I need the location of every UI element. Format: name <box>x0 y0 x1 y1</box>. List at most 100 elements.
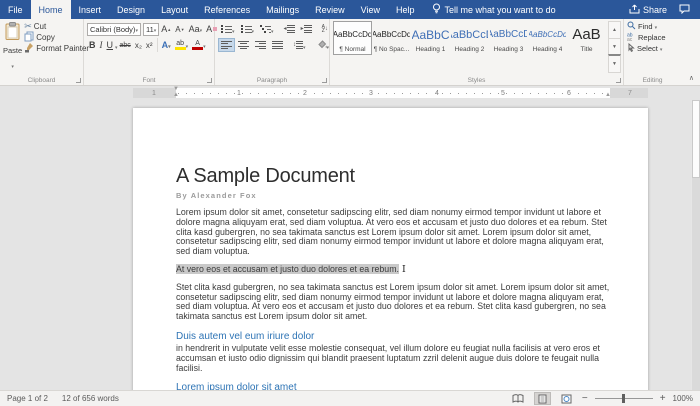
tab-home[interactable]: Home <box>30 0 71 19</box>
font-color-button[interactable]: A <box>190 38 208 52</box>
italic-button[interactable]: I <box>98 38 105 52</box>
zoom-slider[interactable] <box>594 394 653 403</box>
justify-button[interactable] <box>269 38 286 52</box>
select-cursor-icon <box>627 42 635 54</box>
paragraph[interactable]: in hendrerit in vulputate velit esse mol… <box>176 343 610 373</box>
text-effects-button[interactable]: A <box>160 38 173 52</box>
shrink-font-button[interactable]: A ▼ <box>173 22 186 36</box>
font-name-select[interactable]: Calibri (Body) <box>87 22 141 36</box>
comments-button[interactable] <box>679 4 690 16</box>
style-item-no-spacing[interactable]: AaBbCcDd ¶ No Spac... <box>372 21 411 55</box>
style-item-heading2[interactable]: AaBbCcD Heading 2 <box>450 21 489 55</box>
highlight-button[interactable]: ab <box>173 38 191 52</box>
styles-dialog-launcher[interactable] <box>616 78 621 83</box>
style-item-heading1[interactable]: AaBbC Heading 1 <box>411 21 450 55</box>
font-size-value: 11 <box>145 24 154 34</box>
style-item-title[interactable]: AaB Title <box>567 21 606 55</box>
web-layout-button[interactable] <box>558 392 575 405</box>
style-item-heading3[interactable]: AaBbCcD Heading 3 <box>489 21 528 55</box>
chevron-down-icon <box>135 25 138 34</box>
tab-insert[interactable]: Insert <box>71 0 110 19</box>
page-content[interactable]: A Sample Document By Alexander Fox Lorem… <box>133 108 648 390</box>
paste-button[interactable]: Paste <box>3 21 22 73</box>
zoom-in-button[interactable]: + <box>660 393 666 404</box>
tab-file[interactable]: File <box>0 0 31 19</box>
zoom-slider-thumb[interactable] <box>621 394 625 403</box>
decrease-indent-button[interactable]: ◂ <box>281 22 298 36</box>
tab-view[interactable]: View <box>353 0 388 19</box>
down-arrow-icon: ▼ <box>180 26 185 32</box>
right-indent-marker[interactable]: ▲ <box>605 92 611 98</box>
style-item-normal[interactable]: AaBbCcDd ¶ Normal <box>333 21 372 55</box>
lightbulb-icon <box>432 3 441 16</box>
line-spacing-button[interactable]: ↕ <box>290 38 309 52</box>
selected-text[interactable]: At vero eos et accusam et justo duo dolo… <box>176 263 399 274</box>
ruler-number: 5 <box>500 89 506 97</box>
zoom-level[interactable]: 100% <box>673 394 693 403</box>
document-page[interactable]: A Sample Document By Alexander Fox Lorem… <box>133 108 648 390</box>
format-painter-button[interactable]: Format Painter <box>22 43 91 54</box>
change-case-button[interactable]: Aa <box>187 22 205 36</box>
paragraph-dialog-launcher[interactable] <box>322 78 327 83</box>
tab-mailings[interactable]: Mailings <box>258 0 307 19</box>
subscript-button[interactable]: x₂ <box>133 38 144 52</box>
bullets-button[interactable] <box>218 22 238 36</box>
copy-label: Copy <box>36 33 55 42</box>
superscript-button[interactable]: x² <box>144 38 155 52</box>
tell-me-box[interactable]: Tell me what you want to do <box>423 0 629 19</box>
styles-scroll-up-button[interactable]: ▲ <box>608 21 621 38</box>
font-dialog-launcher[interactable] <box>207 78 212 83</box>
word-count-status[interactable]: 12 of 656 words <box>62 394 119 403</box>
font-size-select[interactable]: 11 <box>142 22 160 36</box>
style-sample: AaBbCcDd <box>529 30 566 39</box>
font-name-value: Calibri (Body) <box>90 24 136 34</box>
tab-layout[interactable]: Layout <box>153 0 196 19</box>
numbering-button[interactable] <box>238 22 258 36</box>
document-heading[interactable]: Lorem ipsum dolor sit amet <box>176 382 610 390</box>
tab-design[interactable]: Design <box>109 0 153 19</box>
vertical-scrollbar[interactable] <box>691 100 700 390</box>
styles-scroll-down-button[interactable]: ▼ <box>608 37 621 55</box>
lines-icon <box>296 40 303 50</box>
replace-button[interactable]: ab ac Replace <box>627 32 679 44</box>
document-title[interactable]: A Sample Document <box>176 165 610 188</box>
paragraph[interactable]: Stet clita kasd gubergren, no sea takima… <box>176 282 610 322</box>
justify-icon <box>272 40 283 50</box>
read-mode-button[interactable] <box>510 392 527 405</box>
strikethrough-button[interactable]: abc <box>118 38 133 52</box>
chevron-down-icon <box>271 20 274 38</box>
tab-references[interactable]: References <box>196 0 258 19</box>
document-heading[interactable]: Duis autem vel eum iriure dolor <box>176 331 610 342</box>
clipboard-dialog-launcher[interactable] <box>76 78 81 83</box>
zoom-out-button[interactable]: − <box>582 393 588 404</box>
select-button[interactable]: Select <box>627 42 679 54</box>
styles-more-button[interactable]: ▼ <box>608 54 621 74</box>
ruler-margin-number: 7 <box>628 89 632 97</box>
horizontal-ruler[interactable]: 1 1 2 3 4 5 6 ▼ ▲ ▲ 7 <box>0 86 700 100</box>
multilevel-list-button[interactable] <box>257 22 277 36</box>
tab-review[interactable]: Review <box>307 0 353 19</box>
find-button[interactable]: Find <box>627 21 679 32</box>
bold-button[interactable]: B <box>87 38 98 52</box>
collapse-ribbon-button[interactable]: ∧ <box>689 75 694 82</box>
align-left-button[interactable] <box>218 38 235 52</box>
increase-indent-button[interactable]: ▸ <box>298 22 315 36</box>
align-center-button[interactable] <box>235 38 252 52</box>
lines-icon <box>286 24 295 34</box>
font-group-label: Font <box>142 77 156 84</box>
tab-help[interactable]: Help <box>388 0 423 19</box>
format-painter-label: Format Painter <box>36 44 90 53</box>
paragraph[interactable]: At vero eos et accusam et justo duo dolo… <box>176 263 610 275</box>
grow-font-button[interactable]: A ▲ <box>159 22 173 36</box>
print-layout-button[interactable] <box>533 392 551 405</box>
chevron-down-icon <box>203 40 206 50</box>
underline-button[interactable]: U <box>105 38 116 52</box>
style-item-heading4[interactable]: AaBbCcDd Heading 4 <box>528 21 567 55</box>
paragraph[interactable]: Lorem ipsum dolor sit amet, consetetur s… <box>176 207 610 257</box>
share-button[interactable]: Share <box>629 4 667 16</box>
scrollbar-thumb[interactable] <box>692 100 700 178</box>
hanging-indent-marker[interactable]: ▲ <box>173 92 179 98</box>
page-number-status[interactable]: Page 1 of 2 <box>7 394 48 403</box>
document-byline[interactable]: By Alexander Fox <box>176 191 610 200</box>
align-right-button[interactable] <box>252 38 269 52</box>
